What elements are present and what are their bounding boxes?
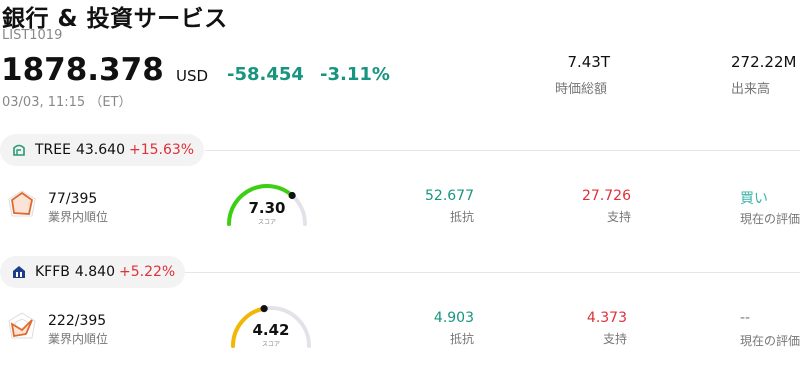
industry-rank-label: 業界内順位 xyxy=(48,332,109,346)
stock-price: 43.640 xyxy=(75,142,125,158)
score-label: スコア xyxy=(257,219,276,226)
volume-label: 出来高 xyxy=(731,82,771,97)
stock-change-percent: +15.63% xyxy=(128,142,195,158)
gauge-marker xyxy=(260,305,268,313)
index-price: 1878.378 xyxy=(1,52,164,88)
stock-ticker: TREE xyxy=(35,142,71,158)
resistance-label: 抵抗 xyxy=(449,210,474,224)
stock-price: 4.840 xyxy=(74,264,115,280)
score-label: スコア xyxy=(261,341,280,348)
price-change: -58.454 xyxy=(227,64,304,85)
radar-icon xyxy=(8,312,36,346)
score-value: 7.30 xyxy=(248,199,286,217)
currency-label: USD xyxy=(176,67,209,85)
resistance-value: 4.903 xyxy=(433,310,474,326)
industry-rank: 222/395 xyxy=(48,313,107,329)
score-value: 4.42 xyxy=(252,321,290,339)
lending-tree-icon xyxy=(12,143,26,157)
stock-pill-tree[interactable]: TREE 43.640 +15.63% xyxy=(0,134,205,166)
stock-change-percent: +5.22% xyxy=(118,264,176,280)
volume-value: 272.22M xyxy=(731,53,797,71)
market-cap-label: 時価総額 xyxy=(555,82,608,97)
industry-rank-label: 業界内順位 xyxy=(48,210,109,224)
index-code: LIST1019 xyxy=(2,28,63,43)
support-label: 支持 xyxy=(606,210,631,224)
support-value: 27.726 xyxy=(582,188,631,204)
evaluation-label: 現在の評価 xyxy=(740,212,800,226)
market-cap-value: 7.43T xyxy=(567,53,610,71)
evaluation-value: 買い xyxy=(740,191,768,207)
timestamp: 03/03, 11:15 （ET） xyxy=(2,95,132,110)
evaluation-label: 現在の評価 xyxy=(740,334,800,348)
stock-ticker: KFFB xyxy=(35,264,70,280)
price-change-percent: -3.11% xyxy=(320,64,390,85)
resistance-value: 52.677 xyxy=(425,188,474,204)
industry-rank: 77/395 xyxy=(48,191,98,207)
evaluation-value: -- xyxy=(740,310,751,326)
divider xyxy=(205,150,800,151)
support-value: 4.373 xyxy=(586,310,627,326)
divider xyxy=(185,272,800,273)
resistance-label: 抵抗 xyxy=(449,332,474,346)
bank-building-icon xyxy=(12,265,26,279)
stock-pill-kffb[interactable]: KFFB 4.840 +5.22% xyxy=(0,256,186,288)
radar-icon xyxy=(8,190,36,224)
support-label: 支持 xyxy=(602,332,627,346)
